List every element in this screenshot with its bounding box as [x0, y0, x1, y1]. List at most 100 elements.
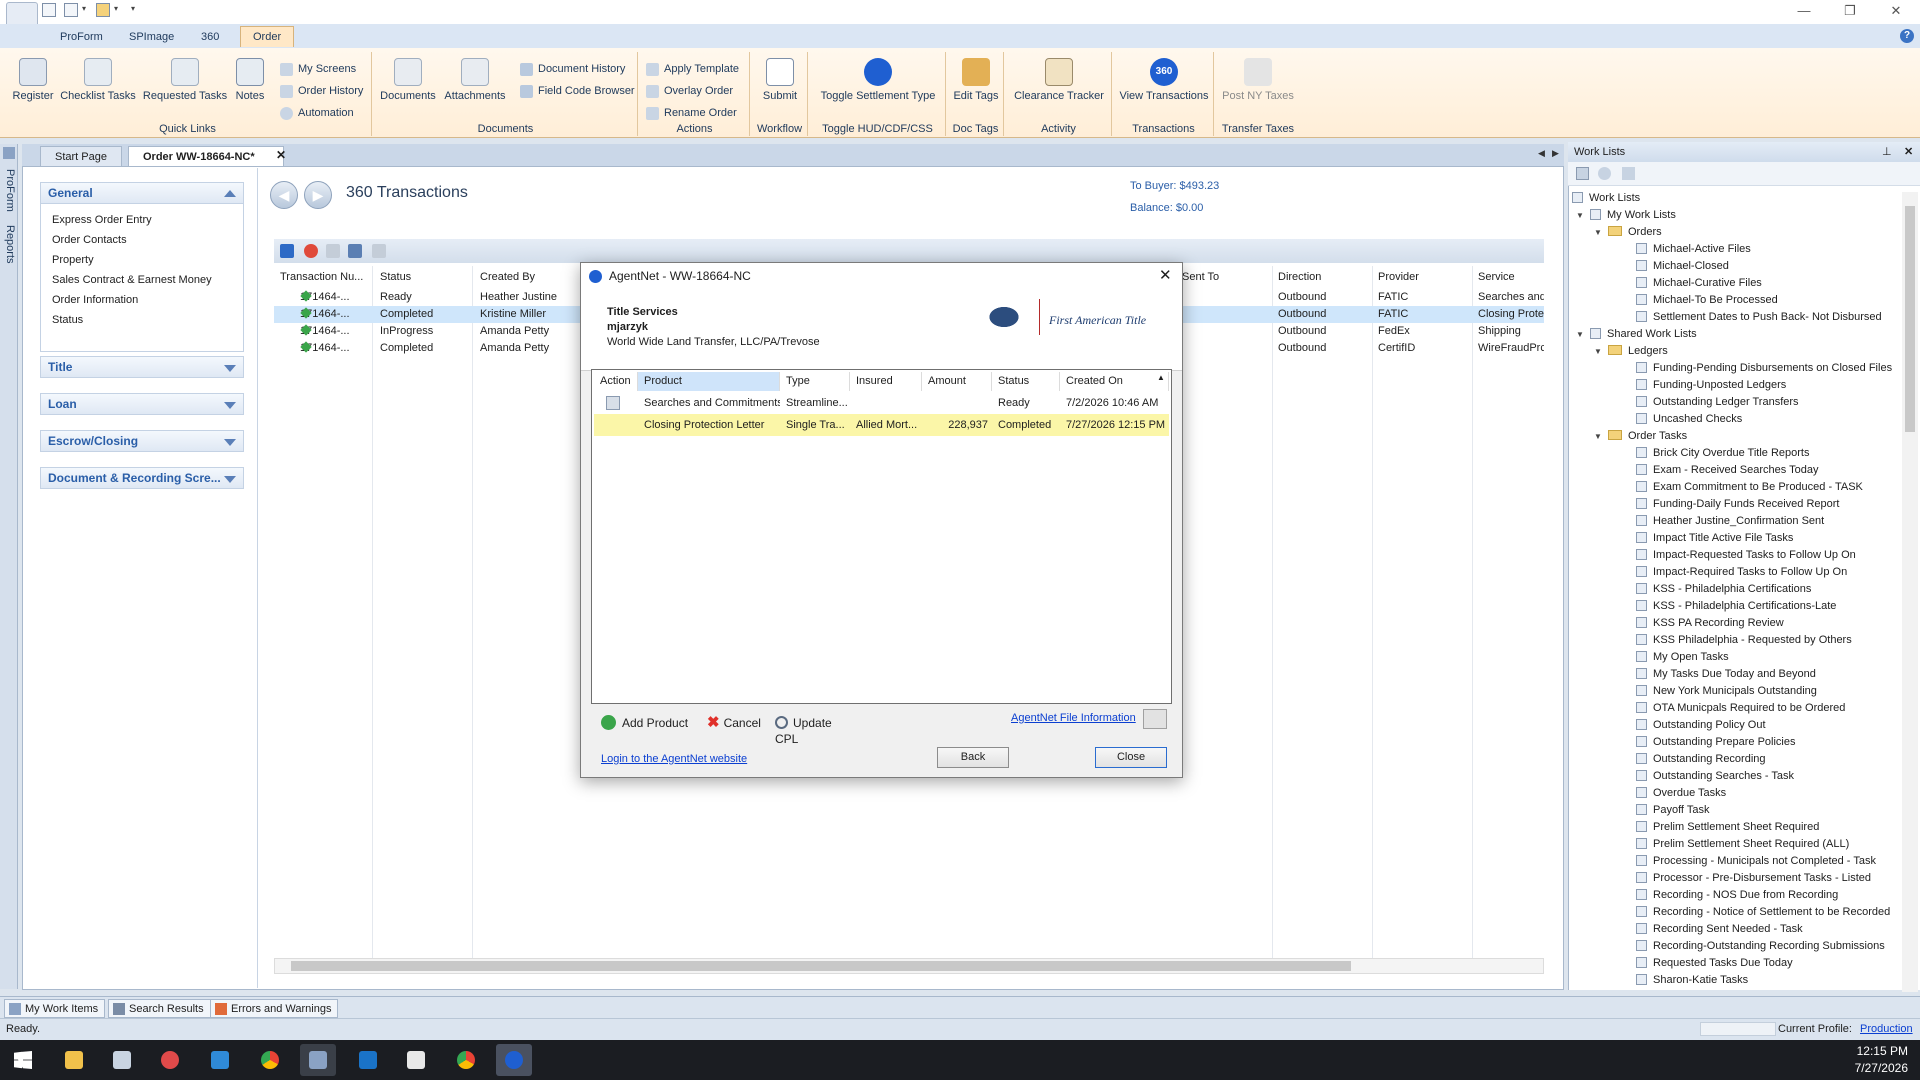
- side-tab-proform[interactable]: ProForm: [2, 168, 16, 212]
- work-list-item[interactable]: Impact-Required Tasks to Follow Up On: [1572, 564, 1900, 581]
- tab-errors-warnings[interactable]: Errors and Warnings: [210, 999, 339, 1018]
- tree-node-shared[interactable]: ▼ Shared Work Lists: [1572, 326, 1900, 343]
- toggle-settlement-type-button[interactable]: Toggle Settlement Type: [812, 58, 944, 102]
- work-list-item[interactable]: Michael-Active Files: [1572, 241, 1900, 258]
- close-button[interactable]: Close: [1095, 747, 1167, 768]
- tree-node-ledgers[interactable]: ▼ Ledgers: [1572, 343, 1900, 360]
- expand-icon[interactable]: [224, 476, 236, 483]
- customize-qat-icon[interactable]: ▾: [131, 4, 135, 13]
- work-list-item[interactable]: Uncashed Checks: [1572, 411, 1900, 428]
- document-icon[interactable]: [606, 396, 620, 410]
- tab-proform[interactable]: ProForm: [48, 27, 115, 48]
- work-list-item[interactable]: Michael-Closed: [1572, 258, 1900, 275]
- taskbar-app[interactable]: [152, 1044, 188, 1076]
- work-list-item[interactable]: Requested Tasks Due Today: [1572, 955, 1900, 972]
- overlay-order-button[interactable]: Overlay Order: [646, 82, 733, 100]
- agentnet-login-link[interactable]: Login to the AgentNet website: [601, 753, 747, 765]
- apply-template-button[interactable]: Apply Template: [646, 60, 739, 78]
- nav-item[interactable]: Status: [41, 310, 243, 330]
- work-list-item[interactable]: Prelim Settlement Sheet Required: [1572, 819, 1900, 836]
- maximize-button[interactable]: ❐: [1836, 2, 1864, 20]
- post-ny-taxes-button[interactable]: Post NY Taxes: [1218, 58, 1298, 102]
- work-list-item[interactable]: Processor - Pre-Disbursement Tasks - Lis…: [1572, 870, 1900, 887]
- work-list-item[interactable]: OTA Municpals Required to be Ordered: [1572, 700, 1900, 717]
- taskbar-app[interactable]: [202, 1044, 238, 1076]
- refresh-icon[interactable]: [1598, 167, 1611, 180]
- checklist-tasks-button[interactable]: Checklist Tasks: [58, 58, 138, 102]
- field-code-browser-button[interactable]: Field Code Browser: [520, 82, 635, 100]
- taskbar-app[interactable]: [398, 1044, 434, 1076]
- work-list-item[interactable]: Overdue Tasks: [1572, 785, 1900, 802]
- horizontal-scrollbar[interactable]: [274, 958, 1544, 974]
- tree-node-order-tasks[interactable]: ▼ Order Tasks: [1572, 428, 1900, 445]
- dropdown-icon[interactable]: ▾: [114, 4, 118, 13]
- work-list-item[interactable]: Outstanding Ledger Transfers: [1572, 394, 1900, 411]
- nav-section-loan[interactable]: Loan: [40, 393, 244, 415]
- save-icon[interactable]: [42, 3, 56, 17]
- order-history-button[interactable]: Order History: [280, 82, 363, 100]
- new-list-icon[interactable]: [1576, 167, 1589, 180]
- work-list-item[interactable]: Outstanding Prepare Policies: [1572, 734, 1900, 751]
- attachments-button[interactable]: Attachments: [442, 58, 508, 102]
- clearance-tracker-button[interactable]: Clearance Tracker: [1008, 58, 1110, 102]
- minimize-button[interactable]: —: [1790, 2, 1818, 20]
- work-list-item[interactable]: Heather Justine_Confirmation Sent: [1572, 513, 1900, 530]
- nav-item[interactable]: Express Order Entry: [41, 210, 243, 230]
- close-icon[interactable]: ✕: [1904, 142, 1913, 162]
- taskbar-app[interactable]: [104, 1044, 140, 1076]
- col-created-by[interactable]: Created By: [474, 268, 578, 286]
- work-list-item[interactable]: KSS PA Recording Review: [1572, 615, 1900, 632]
- work-list-item[interactable]: New York Municipals Outstanding: [1572, 683, 1900, 700]
- work-list-item[interactable]: Impact Title Active File Tasks: [1572, 530, 1900, 547]
- work-list-item[interactable]: Funding-Daily Funds Received Report: [1572, 496, 1900, 513]
- view-transactions-button[interactable]: 360 View Transactions: [1116, 58, 1212, 102]
- cancel-icon[interactable]: [304, 244, 318, 258]
- col-type[interactable]: Type: [780, 372, 850, 391]
- collapse-icon[interactable]: ▼: [1576, 326, 1584, 343]
- tree-node-root[interactable]: Work Lists: [1572, 190, 1900, 207]
- collapse-icon[interactable]: ▼: [1576, 207, 1584, 224]
- taskbar-explorer[interactable]: [56, 1044, 92, 1076]
- col-provider[interactable]: Provider: [1372, 268, 1472, 286]
- work-list-item[interactable]: Prelim Settlement Sheet Required (ALL): [1572, 836, 1900, 853]
- nav-item[interactable]: Order Contacts: [41, 230, 243, 250]
- taskbar-chrome-2[interactable]: [448, 1044, 484, 1076]
- tree-node-orders[interactable]: ▼ Orders: [1572, 224, 1900, 241]
- work-list-item[interactable]: Funding-Unposted Ledgers: [1572, 377, 1900, 394]
- col-created-on[interactable]: Created On: [1060, 372, 1169, 391]
- nav-section-general[interactable]: General: [40, 182, 244, 204]
- work-list-item[interactable]: Funding-Pending Disbursements on Closed …: [1572, 360, 1900, 377]
- back-button[interactable]: Back: [937, 747, 1009, 768]
- open-icon[interactable]: [96, 3, 110, 17]
- work-list-item[interactable]: Settlement Dates to Push Back- Not Disbu…: [1572, 309, 1900, 326]
- submit-button[interactable]: Submit: [756, 58, 804, 102]
- cancel-product-button[interactable]: ✖ Cancel: [707, 715, 761, 731]
- work-list-item[interactable]: My Open Tasks: [1572, 649, 1900, 666]
- product-row-selected[interactable]: Closing Protection Letter Single Tra... …: [594, 414, 1169, 436]
- col-transaction-number[interactable]: Transaction Nu...: [274, 268, 370, 286]
- taskbar-softpro[interactable]: [300, 1044, 336, 1076]
- work-list-item[interactable]: Outstanding Searches - Task: [1572, 768, 1900, 785]
- scroll-tabs-left-icon[interactable]: ◀: [1538, 148, 1545, 159]
- document-icon[interactable]: [348, 244, 362, 258]
- forward-nav-button[interactable]: ▶: [304, 181, 332, 209]
- scroll-tabs-right-icon[interactable]: ▶: [1552, 148, 1559, 159]
- add-product-button[interactable]: Add Product: [601, 715, 688, 731]
- register-button[interactable]: Register: [10, 58, 56, 102]
- pin-icon[interactable]: [3, 147, 15, 159]
- work-list-item[interactable]: Outstanding Policy Out: [1572, 717, 1900, 734]
- col-direction[interactable]: Direction: [1272, 268, 1372, 286]
- work-list-item[interactable]: Brick City Overdue Title Reports: [1572, 445, 1900, 462]
- work-list-item[interactable]: Michael-To Be Processed: [1572, 292, 1900, 309]
- close-dialog-icon[interactable]: ✕: [1159, 263, 1172, 289]
- documents-button[interactable]: Documents: [378, 58, 438, 102]
- update-cpl-button[interactable]: Update CPL: [775, 715, 853, 747]
- profile-link[interactable]: Production: [1860, 1023, 1913, 1035]
- work-list-item[interactable]: Exam - Received Searches Today: [1572, 462, 1900, 479]
- work-list-item[interactable]: Recording-Outstanding Recording Submissi…: [1572, 938, 1900, 955]
- mail-icon[interactable]: [326, 244, 340, 258]
- document-history-button[interactable]: Document History: [520, 60, 625, 78]
- col-action[interactable]: Action: [594, 372, 638, 391]
- rename-order-button[interactable]: Rename Order: [646, 104, 737, 122]
- work-list-item[interactable]: Exam Commitment to Be Produced - TASK: [1572, 479, 1900, 496]
